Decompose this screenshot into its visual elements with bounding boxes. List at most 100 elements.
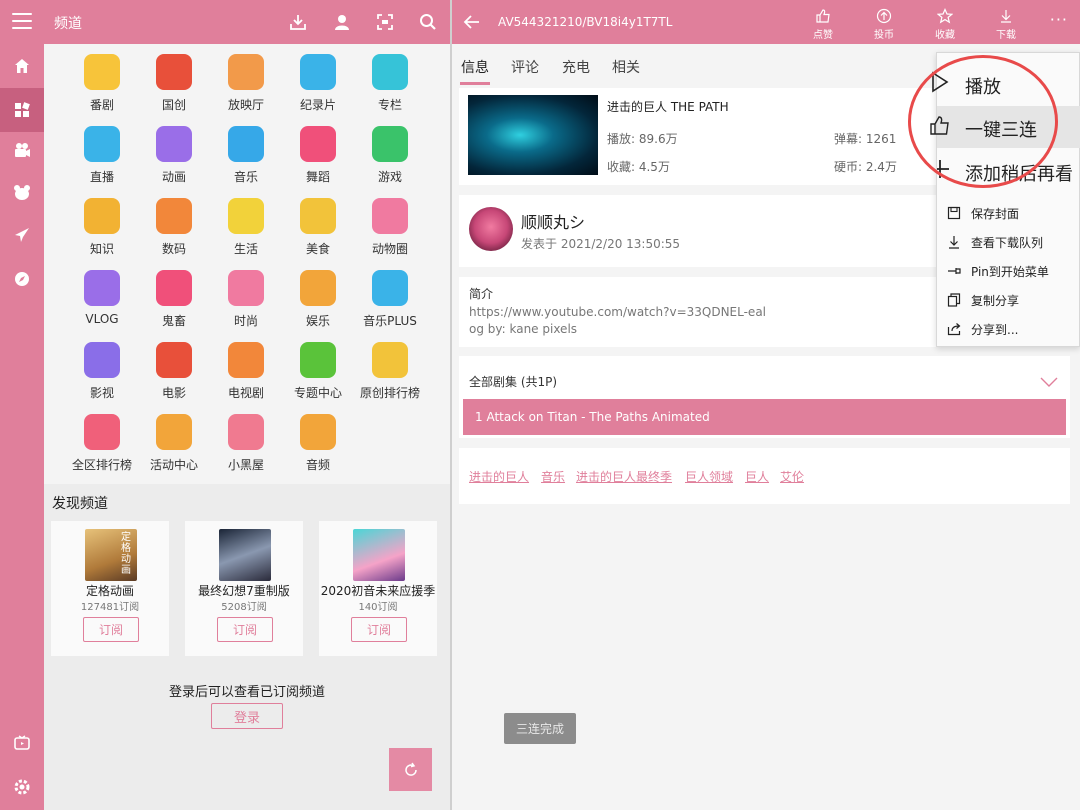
category-item[interactable]: 游戏: [354, 124, 426, 196]
play-icon: [931, 71, 949, 97]
category-item[interactable]: 动画: [138, 124, 210, 196]
coin-button[interactable]: 投币: [854, 8, 914, 44]
category-item[interactable]: 活动中心: [138, 412, 210, 484]
episode-item[interactable]: 1 Attack on Titan - The Paths Animated: [463, 399, 1066, 435]
menu-item-label: 一键三连: [965, 120, 1037, 141]
category-item[interactable]: 纪录片: [282, 52, 354, 124]
category-label: 音乐PLUS: [363, 314, 417, 328]
category-item[interactable]: 数码: [138, 196, 210, 268]
channel-grid-icon[interactable]: [0, 88, 44, 132]
tv-icon[interactable]: [0, 721, 44, 765]
back-arrow-icon[interactable]: [462, 12, 482, 36]
category-icon: [228, 54, 264, 90]
menu-item-label: 复制分享: [971, 294, 1020, 308]
category-label: 音频: [305, 458, 330, 472]
search-icon[interactable]: [417, 11, 439, 33]
tab-info[interactable]: 信息: [461, 57, 489, 77]
like-button[interactable]: 点赞: [793, 8, 853, 44]
category-item[interactable]: 专题中心: [282, 340, 354, 412]
favorite-button[interactable]: 收藏: [915, 8, 975, 44]
login-button[interactable]: 登录: [211, 703, 283, 729]
avatar[interactable]: [469, 207, 513, 251]
category-icon: [84, 270, 120, 306]
video-thumbnail[interactable]: [468, 95, 598, 175]
category-icon: [372, 54, 408, 90]
subscribe-button[interactable]: 订阅: [217, 617, 273, 642]
category-item[interactable]: 时尚: [210, 268, 282, 340]
tag-link[interactable]: 进击的巨人最终季: [576, 468, 672, 485]
menu-item-share-to[interactable]: 分享到...: [937, 315, 1080, 343]
category-item[interactable]: 生活: [210, 196, 282, 268]
tab-charge[interactable]: 充电: [562, 57, 590, 77]
user-icon[interactable]: [331, 11, 353, 33]
menu-item-download-queue[interactable]: 查看下载队列: [937, 228, 1080, 256]
home-icon[interactable]: [0, 44, 44, 88]
chevron-down-icon[interactable]: [1040, 372, 1058, 391]
fullscreen-icon[interactable]: [374, 11, 396, 33]
category-item[interactable]: 音乐PLUS: [354, 268, 426, 340]
uploader-name[interactable]: 顺顺丸シ: [521, 209, 585, 233]
category-item[interactable]: 音乐: [210, 124, 282, 196]
tag-link[interactable]: 巨人: [745, 468, 769, 485]
category-item[interactable]: 舞蹈: [282, 124, 354, 196]
category-item[interactable]: 全区排行榜: [66, 412, 138, 484]
discover-card[interactable]: 定格动画 定格动画 127481订阅 订阅: [51, 521, 169, 656]
tag-link[interactable]: 进击的巨人: [469, 468, 529, 485]
bear-icon[interactable]: [0, 170, 44, 214]
download-button[interactable]: 下载: [976, 8, 1036, 44]
category-item[interactable]: 知识: [66, 196, 138, 268]
description-heading: 简介: [469, 287, 494, 301]
live-camera-icon[interactable]: [0, 128, 44, 172]
category-item[interactable]: 音频: [282, 412, 354, 484]
category-item[interactable]: VLOG: [66, 268, 138, 340]
category-item[interactable]: 影视: [66, 340, 138, 412]
coin-count: 硬币: 2.4万: [834, 160, 897, 174]
compass-icon[interactable]: [0, 257, 44, 301]
category-item[interactable]: 小黑屋: [210, 412, 282, 484]
menu-item-label: 分享到...: [971, 323, 1019, 337]
category-item[interactable]: 直播: [66, 124, 138, 196]
discover-card[interactable]: 最终幻想7重制版 5208订阅 订阅: [185, 521, 303, 656]
category-item[interactable]: 原创排行榜: [354, 340, 426, 412]
menu-item-copy-share[interactable]: 复制分享: [937, 286, 1080, 314]
subscribe-button[interactable]: 订阅: [351, 617, 407, 642]
category-item[interactable]: 电影: [138, 340, 210, 412]
more-options-icon[interactable]: ···: [1050, 10, 1068, 29]
category-item[interactable]: 娱乐: [282, 268, 354, 340]
menu-item-play[interactable]: 播放: [932, 63, 1080, 105]
menu-item-triple-action[interactable]: 一键三连: [930, 106, 1080, 148]
tag-link[interactable]: 音乐: [541, 468, 565, 485]
category-item[interactable]: 电视剧: [210, 340, 282, 412]
favorite-label: 收藏: [935, 30, 955, 41]
menu-item-watch-later[interactable]: 添加稍后再看: [937, 150, 1080, 192]
menu-item-pin-start[interactable]: Pin到开始菜单: [937, 257, 1080, 285]
category-label: 音乐: [233, 170, 258, 184]
category-item[interactable]: 动物圈: [354, 196, 426, 268]
subscribe-button[interactable]: 订阅: [83, 617, 139, 642]
tag-link[interactable]: 艾伦: [780, 468, 804, 485]
settings-gear-icon[interactable]: [0, 765, 44, 809]
discover-card[interactable]: 2020初音未来应援季 140订阅 订阅: [319, 521, 437, 656]
tags-card: 进击的巨人 音乐 进击的巨人最终季 巨人领域 巨人 艾伦: [459, 448, 1070, 504]
refresh-button[interactable]: [389, 748, 432, 791]
category-item[interactable]: 放映厅: [210, 52, 282, 124]
category-icon: [228, 198, 264, 234]
hamburger-menu-icon[interactable]: [12, 13, 32, 29]
category-item[interactable]: 美食: [282, 196, 354, 268]
tag-link[interactable]: 巨人领域: [685, 468, 733, 485]
toast-message: 三连完成: [504, 713, 576, 744]
category-item[interactable]: 鬼畜: [138, 268, 210, 340]
plane-icon[interactable]: [0, 213, 44, 257]
menu-item-save-cover[interactable]: 保存封面: [937, 199, 1080, 227]
menu-item-label: 查看下载队列: [971, 236, 1044, 250]
download-icon[interactable]: [287, 11, 309, 33]
category-item[interactable]: 国创: [138, 52, 210, 124]
download-icon: [947, 234, 961, 253]
category-icon: [228, 270, 264, 306]
cover-text: 定格动画: [121, 532, 131, 576]
category-item[interactable]: 专栏: [354, 52, 426, 124]
tab-related[interactable]: 相关: [612, 57, 640, 77]
category-icon: [228, 342, 264, 378]
category-item[interactable]: 番剧: [66, 52, 138, 124]
tab-comments[interactable]: 评论: [511, 57, 539, 77]
